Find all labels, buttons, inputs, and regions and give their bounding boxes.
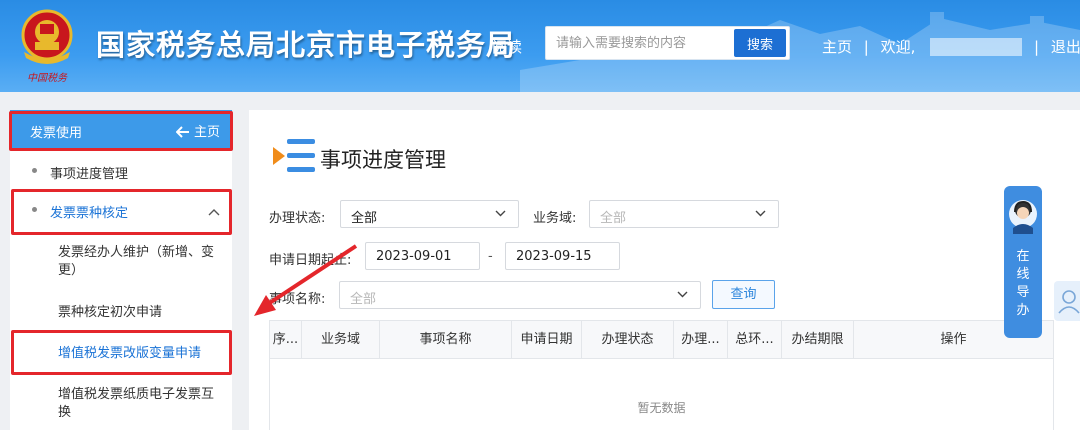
column-header: 总环... xyxy=(728,321,782,359)
user-side-tab[interactable] xyxy=(1054,281,1080,321)
online-guide-char: 导 xyxy=(1016,285,1030,300)
online-guide-button[interactable]: 在 线 导 办 xyxy=(1004,186,1042,338)
domain-label: 业务域: xyxy=(533,211,577,226)
site-title: 国家税务总局北京市电子税务局 xyxy=(96,28,517,62)
tax-emblem-logo: 中国税务 xyxy=(21,9,73,84)
username-redacted xyxy=(930,37,1023,56)
domain-select[interactable]: 全部 xyxy=(589,200,779,228)
column-header: 业务域 xyxy=(302,321,380,359)
sidebar-item-progress[interactable]: 事项进度管理 xyxy=(10,162,232,186)
chevron-down-icon xyxy=(677,291,688,298)
status-select-value: 全部 xyxy=(351,211,378,226)
progress-table: 序... 业务域 事项名称 申请日期 办理状态 办理... 总环... 办结期限… xyxy=(269,320,1054,430)
column-header: 事项名称 xyxy=(380,321,512,359)
search-box: 搜索 xyxy=(545,26,790,60)
online-guide-label: 在 线 导 办 xyxy=(1004,248,1042,320)
item-name-select[interactable]: 全部 xyxy=(339,281,701,309)
item-name-placeholder: 全部 xyxy=(350,292,377,307)
logout-link[interactable]: 退出 xyxy=(1051,36,1080,57)
date-to-input[interactable]: 2023-09-15 xyxy=(505,242,620,270)
column-header: 办结期限 xyxy=(782,321,854,359)
list-title-icon xyxy=(273,139,315,172)
column-header: 序... xyxy=(270,321,302,359)
main-panel: 事项进度管理 办理状态: 全部 业务域: 全部 申请日期起止: 2023-09-… xyxy=(249,110,1080,430)
highlight-box xyxy=(11,189,232,235)
user-icon xyxy=(1058,290,1080,314)
item-name-label: 事项名称: xyxy=(269,292,326,307)
highlight-box xyxy=(9,111,233,151)
sidebar: 发票使用 主页 事项进度管理 发票票种核定 发票经办人维护（新增、变更） 票种核… xyxy=(10,110,232,430)
date-from-input[interactable]: 2023-09-01 xyxy=(365,242,480,270)
chevron-down-icon xyxy=(755,210,766,217)
search-input[interactable] xyxy=(546,27,731,59)
empty-state-text: 暂无数据 xyxy=(637,401,686,415)
online-guide-char: 在 xyxy=(1016,249,1030,264)
read-link[interactable]: 阅读 xyxy=(492,36,522,57)
date-range-label: 申请日期起止: xyxy=(269,253,352,268)
search-button[interactable]: 搜索 xyxy=(734,29,786,57)
date-dash: - xyxy=(488,249,493,264)
site-header: 中国税务 国家税务总局北京市电子税务局 阅读 搜索 主页 | 欢迎, | 退出 xyxy=(0,0,1080,92)
status-label: 办理状态: xyxy=(269,211,326,226)
service-agent-icon xyxy=(1009,200,1037,234)
date-to-value: 2023-09-15 xyxy=(516,249,592,264)
status-select[interactable]: 全部 xyxy=(340,200,519,228)
chevron-down-icon xyxy=(495,210,506,217)
bullet-icon xyxy=(32,168,37,173)
highlight-box xyxy=(11,330,232,375)
sidebar-subitem-vat-exchange[interactable]: 增值税发票纸质电子发票互换 xyxy=(58,386,226,422)
table-header: 序... 业务域 事项名称 申请日期 办理状态 办理... 总环... 办结期限… xyxy=(270,321,1053,359)
column-header: 办理... xyxy=(674,321,728,359)
date-from-value: 2023-09-01 xyxy=(376,249,452,264)
column-header: 申请日期 xyxy=(512,321,582,359)
emblem-caption: 中国税务 xyxy=(27,72,68,84)
nav-separator: | xyxy=(1033,37,1040,56)
sidebar-subitem-first-apply[interactable]: 票种核定初次申请 xyxy=(58,304,226,322)
query-button[interactable]: 查询 xyxy=(712,280,775,309)
page-title: 事项进度管理 xyxy=(320,148,446,172)
nav-home-link[interactable]: 主页 xyxy=(822,36,852,57)
sidebar-subitem-agent[interactable]: 发票经办人维护（新增、变更） xyxy=(58,244,226,280)
sidebar-item-label: 事项进度管理 xyxy=(50,167,129,182)
domain-select-placeholder: 全部 xyxy=(600,211,627,226)
welcome-text: 欢迎, xyxy=(880,38,916,56)
column-header: 办理状态 xyxy=(582,321,674,359)
top-nav: 主页 | 欢迎, | 退出 xyxy=(822,36,1080,57)
online-guide-char: 线 xyxy=(1016,267,1030,282)
online-guide-char: 办 xyxy=(1016,303,1030,318)
nav-separator: | xyxy=(863,37,869,56)
